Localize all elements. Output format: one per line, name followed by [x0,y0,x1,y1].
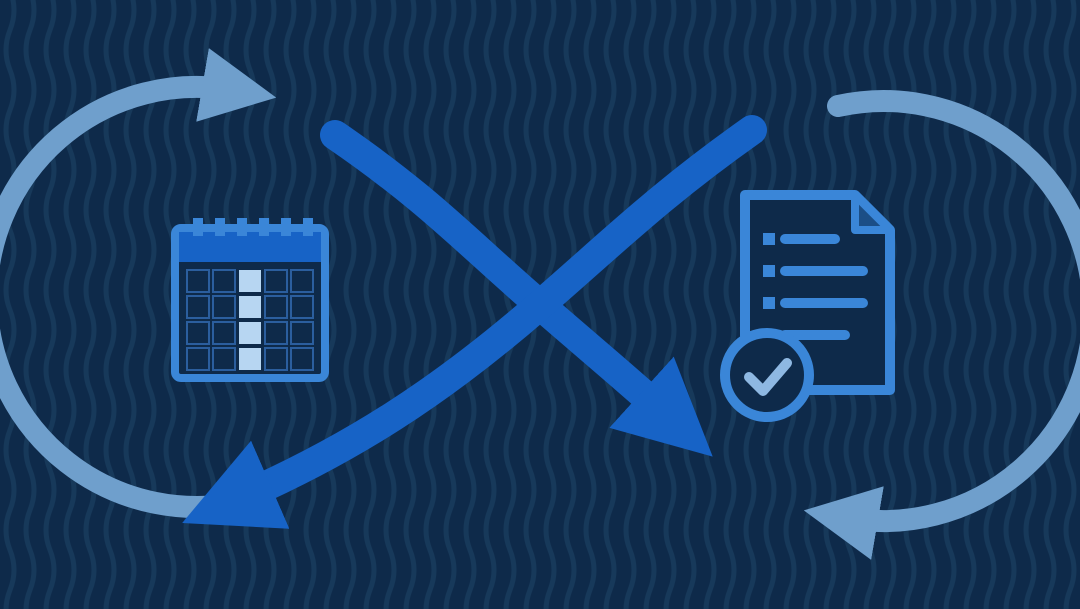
checkmark-badge-icon [725,333,809,417]
calendar-icon [175,218,325,378]
diagram-canvas: calendar checklist-document-with-checkma… [0,0,1080,609]
checklist-document-icon [725,195,890,417]
